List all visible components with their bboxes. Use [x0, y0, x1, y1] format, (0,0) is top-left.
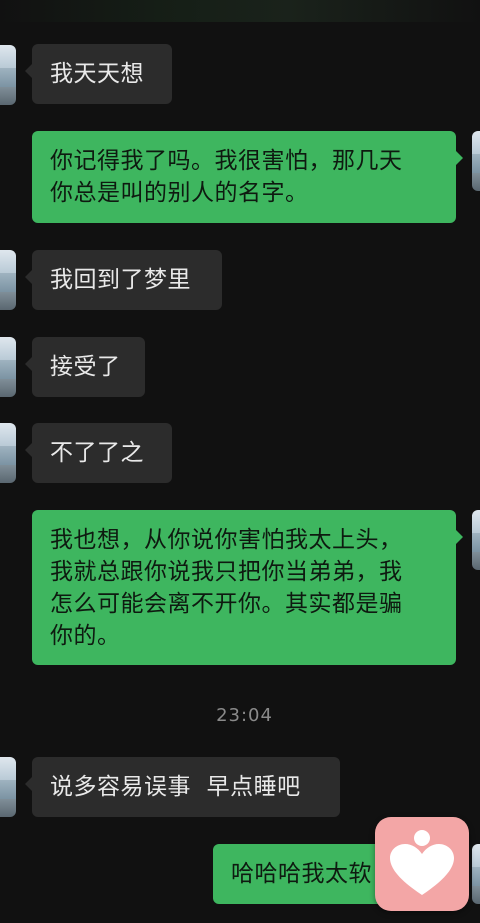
- my-avatar[interactable]: [472, 131, 480, 191]
- contact-avatar[interactable]: [0, 45, 16, 105]
- contact-avatar[interactable]: [0, 337, 16, 397]
- message-bubble-outgoing[interactable]: 你记得我了吗。我很害怕，那几天 你总是叫的别人的名字。: [32, 131, 463, 223]
- contact-avatar[interactable]: [0, 757, 16, 817]
- message-bubble-incoming[interactable]: 说多容易误事 早点睡吧: [25, 757, 340, 817]
- floating-heart-button[interactable]: [375, 817, 469, 911]
- top-banner: [0, 0, 480, 22]
- message-text: 我天天想: [50, 61, 144, 87]
- message-text: 你记得我了吗。我很害怕，那几天 你总是叫的别人的名字。: [50, 148, 403, 206]
- message-bubble-incoming[interactable]: 我回到了梦里: [25, 250, 222, 310]
- message-text: 我回到了梦里: [50, 267, 191, 293]
- message-text: 说多容易误事 早点睡吧: [50, 774, 301, 800]
- contact-avatar[interactable]: [0, 423, 16, 483]
- my-avatar[interactable]: [472, 844, 480, 904]
- my-avatar[interactable]: [472, 510, 480, 570]
- message-text: 不了了之: [50, 440, 144, 466]
- message-text: 我也想，从你说你害怕我太上头， 我就总跟你说我只把你当弟弟，我 怎么可能会离不开…: [50, 527, 403, 649]
- contact-avatar[interactable]: [0, 250, 16, 310]
- message-timestamp: 23:04: [216, 705, 273, 726]
- message-bubble-outgoing[interactable]: 我也想，从你说你害怕我太上头， 我就总跟你说我只把你当弟弟，我 怎么可能会离不开…: [32, 510, 463, 665]
- message-bubble-incoming[interactable]: 我天天想: [25, 44, 172, 104]
- message-text: 接受了: [50, 354, 121, 380]
- heart-person-icon: [390, 830, 454, 895]
- message-bubble-incoming[interactable]: 接受了: [25, 337, 145, 397]
- message-bubble-incoming[interactable]: 不了了之: [25, 423, 172, 483]
